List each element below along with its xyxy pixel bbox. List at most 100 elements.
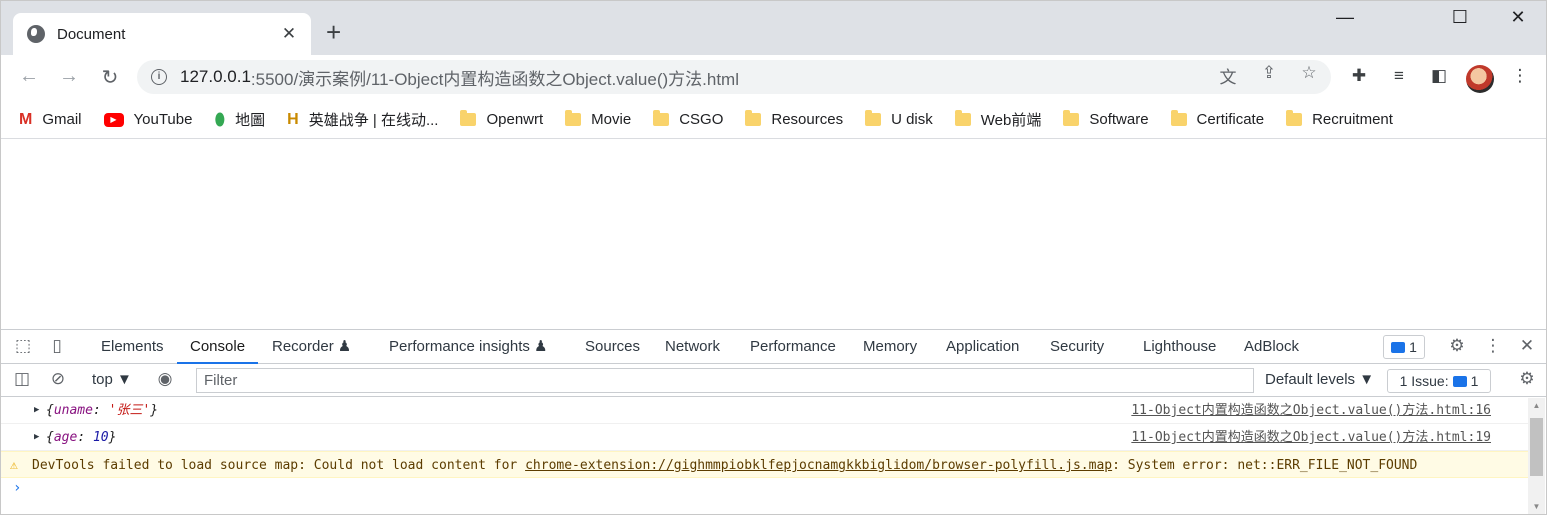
window-close-icon[interactable]: ✕ — [1503, 7, 1533, 28]
sidebar-toggle-icon[interactable]: ◫ — [11, 369, 33, 389]
context-selector[interactable]: top ▼ — [92, 371, 132, 388]
url-path: :5500/演示案例/11-Object内置构造函数之Object.value(… — [250, 69, 739, 89]
tab-elements[interactable]: Elements — [101, 330, 164, 364]
issue-message-icon — [1391, 342, 1406, 353]
tab-application[interactable]: Application — [946, 330, 1019, 364]
gmail-icon: M — [19, 110, 33, 128]
bookmark-label: Movie — [591, 111, 632, 128]
tab-memory[interactable]: Memory — [863, 330, 917, 364]
bookmark-label: Software — [1089, 111, 1149, 128]
issue-message-icon — [1452, 376, 1467, 387]
clear-console-icon[interactable]: ⊘ — [47, 369, 69, 389]
bookmark-folder-openwrt[interactable]: Openwrt — [460, 110, 543, 128]
tab-close-icon[interactable]: ✕ — [279, 24, 299, 44]
folder-icon — [460, 110, 477, 126]
browser-window: Document ✕ + — ☐ ✕ ← → ↻ i 127.0.0.1:550… — [0, 0, 1547, 515]
bookmark-game[interactable]: H 英雄战争 | 在线动... — [287, 109, 438, 130]
share-icon[interactable]: ⇪ — [1258, 63, 1280, 83]
bookmark-star-icon[interactable]: ☆ — [1298, 63, 1320, 83]
bookmark-folder-web[interactable]: Web前端 — [954, 109, 1042, 130]
tab-adblock[interactable]: AdBlock — [1244, 330, 1299, 364]
bookmark-maps[interactable]: ⬮ 地圖 — [214, 109, 265, 130]
bookmark-label: Gmail — [42, 111, 82, 128]
folder-icon — [865, 110, 882, 126]
console-log-row[interactable]: ▶ {uname: '张三'} 11-Object内置构造函数之Object.v… — [1, 397, 1528, 424]
filter-input[interactable] — [204, 372, 1253, 389]
issues-button[interactable]: 1 Issue: 1 — [1387, 369, 1491, 393]
tab-console[interactable]: Console — [177, 330, 259, 364]
url-host: 127.0.0.1 — [180, 67, 251, 86]
bookmark-folder-resources[interactable]: Resources — [745, 110, 844, 128]
extensions-puzzle-icon[interactable]: ✚ — [1347, 66, 1371, 86]
console-prompt[interactable]: › — [1, 478, 1528, 500]
bookmark-folder-udisk[interactable]: U disk — [865, 110, 933, 128]
bookmark-label: YouTube — [133, 111, 193, 128]
folder-icon — [565, 110, 582, 126]
folder-icon — [954, 110, 971, 126]
bookmark-folder-movie[interactable]: Movie — [565, 110, 632, 128]
device-toolbar-icon[interactable]: ▯ — [46, 336, 68, 356]
scroll-down-icon[interactable]: ▼ — [1528, 499, 1545, 514]
bookmark-label: Certificate — [1196, 111, 1265, 128]
console-scrollbar[interactable]: ▲ ▼ — [1528, 398, 1545, 514]
tab-security[interactable]: Security — [1050, 330, 1104, 364]
page-viewport — [1, 140, 1546, 329]
issues-badge[interactable]: 1 — [1383, 335, 1425, 359]
bookmark-label: Web前端 — [980, 112, 1042, 129]
menu-kebab-icon[interactable]: ⋮ — [1508, 66, 1532, 86]
tab-performance-insights[interactable]: Performance insights ♟ — [389, 330, 548, 364]
profile-avatar[interactable] — [1466, 65, 1494, 93]
bookmarks-bar: M Gmail ▶ YouTube ⬮ 地圖 H 英雄战争 | 在线动... O… — [1, 101, 1546, 139]
site-info-icon[interactable]: i — [151, 69, 167, 85]
minimize-icon[interactable]: — — [1330, 7, 1360, 28]
bookmark-label: Resources — [771, 111, 844, 128]
side-panel-icon[interactable]: ◧ — [1427, 66, 1451, 86]
tab-lighthouse[interactable]: Lighthouse — [1143, 330, 1216, 364]
back-button[interactable]: ← — [16, 65, 42, 88]
tab-recorder[interactable]: Recorder ♟ — [272, 330, 351, 364]
folder-icon — [1170, 110, 1187, 126]
console-log-row[interactable]: ▶ {age: 10} 11-Object内置构造函数之Object.value… — [1, 424, 1528, 451]
filter-box[interactable] — [196, 368, 1254, 393]
more-options-icon[interactable]: ⋮ — [1482, 336, 1504, 356]
media-playlist-icon[interactable]: ≡ — [1387, 66, 1411, 86]
expand-triangle-icon[interactable]: ▶ — [34, 397, 39, 424]
scroll-up-icon[interactable]: ▲ — [1528, 398, 1545, 414]
maps-pin-icon: ⬮ — [214, 109, 226, 129]
tab-network[interactable]: Network — [665, 330, 720, 364]
close-devtools-icon[interactable]: ✕ — [1516, 336, 1538, 356]
bookmark-gmail[interactable]: M Gmail — [19, 111, 82, 129]
maximize-icon[interactable]: ☐ — [1445, 7, 1475, 28]
log-levels-dropdown[interactable]: Default levels ▼ — [1265, 371, 1374, 388]
expand-triangle-icon[interactable]: ▶ — [34, 424, 39, 451]
tab-performance[interactable]: Performance — [750, 330, 836, 364]
bookmark-folder-recruitment[interactable]: Recruitment — [1286, 110, 1393, 128]
bookmark-folder-csgo[interactable]: CSGO — [653, 110, 723, 128]
logged-object[interactable]: {uname: '张三'} — [46, 397, 158, 424]
scroll-thumb[interactable] — [1530, 418, 1543, 476]
logged-object[interactable]: {age: 10} — [46, 424, 116, 451]
browser-tab[interactable]: Document ✕ — [13, 13, 311, 55]
warning-link[interactable]: chrome-extension://gighmmpiobklfepjocnam… — [525, 458, 1112, 473]
inspect-element-icon[interactable]: ⬚ — [12, 336, 34, 356]
settings-gear-icon[interactable]: ⚙ — [1446, 336, 1468, 356]
bookmark-folder-software[interactable]: Software — [1063, 110, 1149, 128]
bookmark-youtube[interactable]: ▶ YouTube — [103, 111, 193, 128]
folder-icon — [653, 110, 670, 126]
new-tab-button[interactable]: + — [326, 18, 341, 46]
source-link[interactable]: 11-Object内置构造函数之Object.value()方法.html:16 — [1131, 397, 1491, 424]
console-toolbar: ◫ ⊘ top ▼ ◉ Default levels ▼ 1 Issue:1 ⚙ — [1, 365, 1546, 397]
game-icon: H — [287, 110, 299, 128]
bookmark-folder-certificate[interactable]: Certificate — [1170, 110, 1265, 128]
translate-icon[interactable]: 文 — [1217, 63, 1239, 88]
warning-prefix: DevTools failed to load source map: Coul… — [32, 458, 526, 473]
address-bar[interactable]: i 127.0.0.1:5500/演示案例/11-Object内置构造函数之Ob… — [137, 60, 1331, 94]
console-settings-gear-icon[interactable]: ⚙ — [1516, 369, 1538, 389]
tab-sources[interactable]: Sources — [585, 330, 640, 364]
forward-button[interactable]: → — [56, 65, 82, 88]
folder-icon — [1286, 110, 1303, 126]
prompt-chevron-icon: › — [13, 480, 22, 496]
reload-button[interactable]: ↻ — [97, 65, 123, 90]
eye-icon[interactable]: ◉ — [154, 369, 176, 389]
source-link[interactable]: 11-Object内置构造函数之Object.value()方法.html:19 — [1131, 424, 1491, 451]
